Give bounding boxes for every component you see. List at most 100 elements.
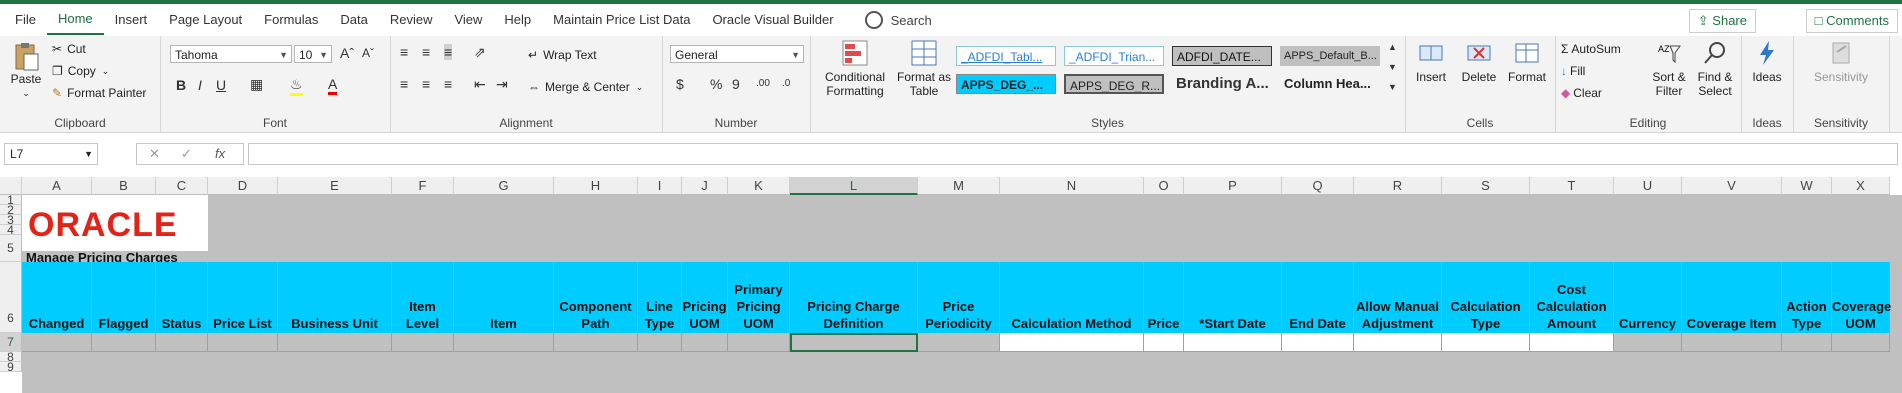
- selected-cell[interactable]: [790, 333, 918, 352]
- function-icon[interactable]: fx: [215, 146, 225, 161]
- insert-cells-button[interactable]: Insert: [1409, 40, 1453, 84]
- merge-center-button[interactable]: ⇔ Merge & Center ⌄: [528, 80, 643, 94]
- column-header-t[interactable]: T: [1530, 177, 1614, 195]
- styles-more-icon[interactable]: ▼: [1388, 82, 1397, 92]
- orientation-icon[interactable]: ⇗: [474, 44, 486, 61]
- tab-review[interactable]: Review: [379, 6, 444, 34]
- tab-help[interactable]: Help: [493, 6, 542, 34]
- grid-cell[interactable]: [638, 333, 682, 352]
- grid-cell[interactable]: [1282, 333, 1354, 352]
- column-header-f[interactable]: F: [392, 177, 454, 195]
- comma-icon[interactable]: 9: [732, 76, 740, 92]
- grid-cell[interactable]: [1614, 333, 1682, 352]
- column-title[interactable]: Calculation Type: [1442, 262, 1530, 333]
- column-header-s[interactable]: S: [1442, 177, 1530, 195]
- grid-cell[interactable]: [92, 333, 156, 352]
- styles-scroll-up-icon[interactable]: ▲: [1388, 42, 1397, 52]
- grid-cell[interactable]: [918, 333, 1000, 352]
- column-header-u[interactable]: U: [1614, 177, 1682, 195]
- grid-cell[interactable]: [156, 333, 208, 352]
- conditional-formatting-button[interactable]: Conditional Formatting: [818, 40, 892, 98]
- column-header-e[interactable]: E: [278, 177, 392, 195]
- delete-cells-button[interactable]: Delete: [1457, 40, 1501, 84]
- style-adfdi-date[interactable]: ADFDI_DATE...: [1172, 46, 1272, 66]
- increase-decimal-icon[interactable]: .00: [756, 78, 770, 89]
- column-title[interactable]: End Date: [1282, 262, 1354, 333]
- column-title[interactable]: Coverage Item: [1682, 262, 1782, 333]
- comments-button[interactable]: □ Comments: [1805, 9, 1898, 33]
- column-title[interactable]: Price: [1144, 262, 1184, 333]
- bold-icon[interactable]: B: [176, 77, 186, 93]
- grid-cell[interactable]: [1682, 333, 1782, 352]
- grid-cell[interactable]: [278, 333, 392, 352]
- grid-cell[interactable]: [392, 333, 454, 352]
- tab-formulas[interactable]: Formulas: [253, 6, 329, 34]
- grid-cell[interactable]: [1530, 333, 1614, 352]
- format-painter-button[interactable]: ✎ Format Painter: [52, 86, 146, 100]
- row-header-4[interactable]: 4: [0, 224, 22, 236]
- tab-page-layout[interactable]: Page Layout: [158, 6, 253, 34]
- column-title[interactable]: Pricing UOM: [682, 262, 728, 333]
- fill-button[interactable]: ↓ Fill: [1561, 64, 1585, 78]
- style-adfdi-table[interactable]: _ADFDI_Tabl...: [956, 46, 1056, 66]
- column-header-h[interactable]: H: [554, 177, 638, 195]
- style-column-header[interactable]: Column Hea...: [1280, 74, 1380, 94]
- ideas-button[interactable]: Ideas: [1745, 40, 1789, 84]
- column-header-i[interactable]: I: [638, 177, 682, 195]
- tab-maintain-price-list-data[interactable]: Maintain Price List Data: [542, 6, 701, 34]
- grid-cell[interactable]: [682, 333, 728, 352]
- column-title[interactable]: Price Periodicity: [918, 262, 1000, 333]
- row-header-9[interactable]: 9: [0, 361, 22, 373]
- find-select-button[interactable]: Find & Select: [1693, 40, 1737, 98]
- column-header-n[interactable]: N: [1000, 177, 1144, 195]
- grid-cell[interactable]: [208, 333, 278, 352]
- sensitivity-button[interactable]: Sensitivity: [1801, 40, 1881, 84]
- column-header-p[interactable]: P: [1184, 177, 1282, 195]
- formula-input[interactable]: [248, 143, 1898, 165]
- cancel-icon[interactable]: ✕: [149, 146, 160, 162]
- grid-cell[interactable]: [554, 333, 638, 352]
- align-bottom-icon[interactable]: ≡: [444, 44, 453, 60]
- grid-cell[interactable]: [728, 333, 790, 352]
- grid-cell[interactable]: [22, 333, 92, 352]
- currency-icon[interactable]: $: [676, 76, 684, 92]
- column-header-a[interactable]: A: [22, 177, 92, 195]
- tab-file[interactable]: File: [4, 6, 47, 34]
- borders-icon[interactable]: ▦: [250, 76, 263, 93]
- column-title[interactable]: *Start Date: [1184, 262, 1282, 333]
- sort-filter-button[interactable]: AZ Sort & Filter: [1647, 40, 1691, 98]
- column-header-l[interactable]: L: [790, 177, 918, 195]
- grid-cell[interactable]: [1184, 333, 1282, 352]
- column-title[interactable]: Action Type: [1782, 262, 1832, 333]
- grid-cell[interactable]: [1144, 333, 1184, 352]
- column-header-q[interactable]: Q: [1282, 177, 1354, 195]
- column-header-c[interactable]: C: [156, 177, 208, 195]
- grid-cell[interactable]: [1000, 333, 1144, 352]
- shrink-font-icon[interactable]: Aˇ: [362, 46, 374, 60]
- style-apps-deg-r[interactable]: APPS_DEG_R...: [1064, 74, 1164, 94]
- column-header-r[interactable]: R: [1354, 177, 1442, 195]
- column-header-o[interactable]: O: [1144, 177, 1184, 195]
- grid-cell[interactable]: [454, 333, 554, 352]
- column-title[interactable]: Coverage UOM: [1832, 262, 1891, 333]
- style-apps-default[interactable]: APPS_Default_B...: [1280, 46, 1380, 66]
- column-title[interactable]: Business Unit: [278, 262, 392, 333]
- styles-scroll-down-icon[interactable]: ▼: [1388, 62, 1397, 72]
- autosum-button[interactable]: Σ AutoSum: [1561, 42, 1621, 56]
- font-name-combo[interactable]: Tahoma ▼: [170, 45, 292, 63]
- column-title[interactable]: Item Level: [392, 262, 454, 333]
- format-cells-button[interactable]: Format: [1505, 40, 1549, 84]
- align-middle-icon[interactable]: ≡: [422, 44, 430, 60]
- align-center-icon[interactable]: ≡: [422, 76, 430, 92]
- decrease-decimal-icon[interactable]: .0: [782, 78, 790, 89]
- share-button[interactable]: ⇪ Share: [1688, 9, 1756, 33]
- column-title[interactable]: Cost Calculation Amount: [1530, 262, 1614, 333]
- column-header-g[interactable]: G: [454, 177, 554, 195]
- grid-cell[interactable]: [1442, 333, 1530, 352]
- column-title[interactable]: Pricing Charge Definition: [790, 262, 918, 333]
- font-color-icon[interactable]: A: [328, 76, 338, 95]
- copy-button[interactable]: ❐ Copy ⌄: [52, 64, 109, 78]
- column-title[interactable]: Changed: [22, 262, 92, 333]
- italic-icon[interactable]: I: [198, 77, 202, 93]
- column-title[interactable]: Price List: [208, 262, 278, 333]
